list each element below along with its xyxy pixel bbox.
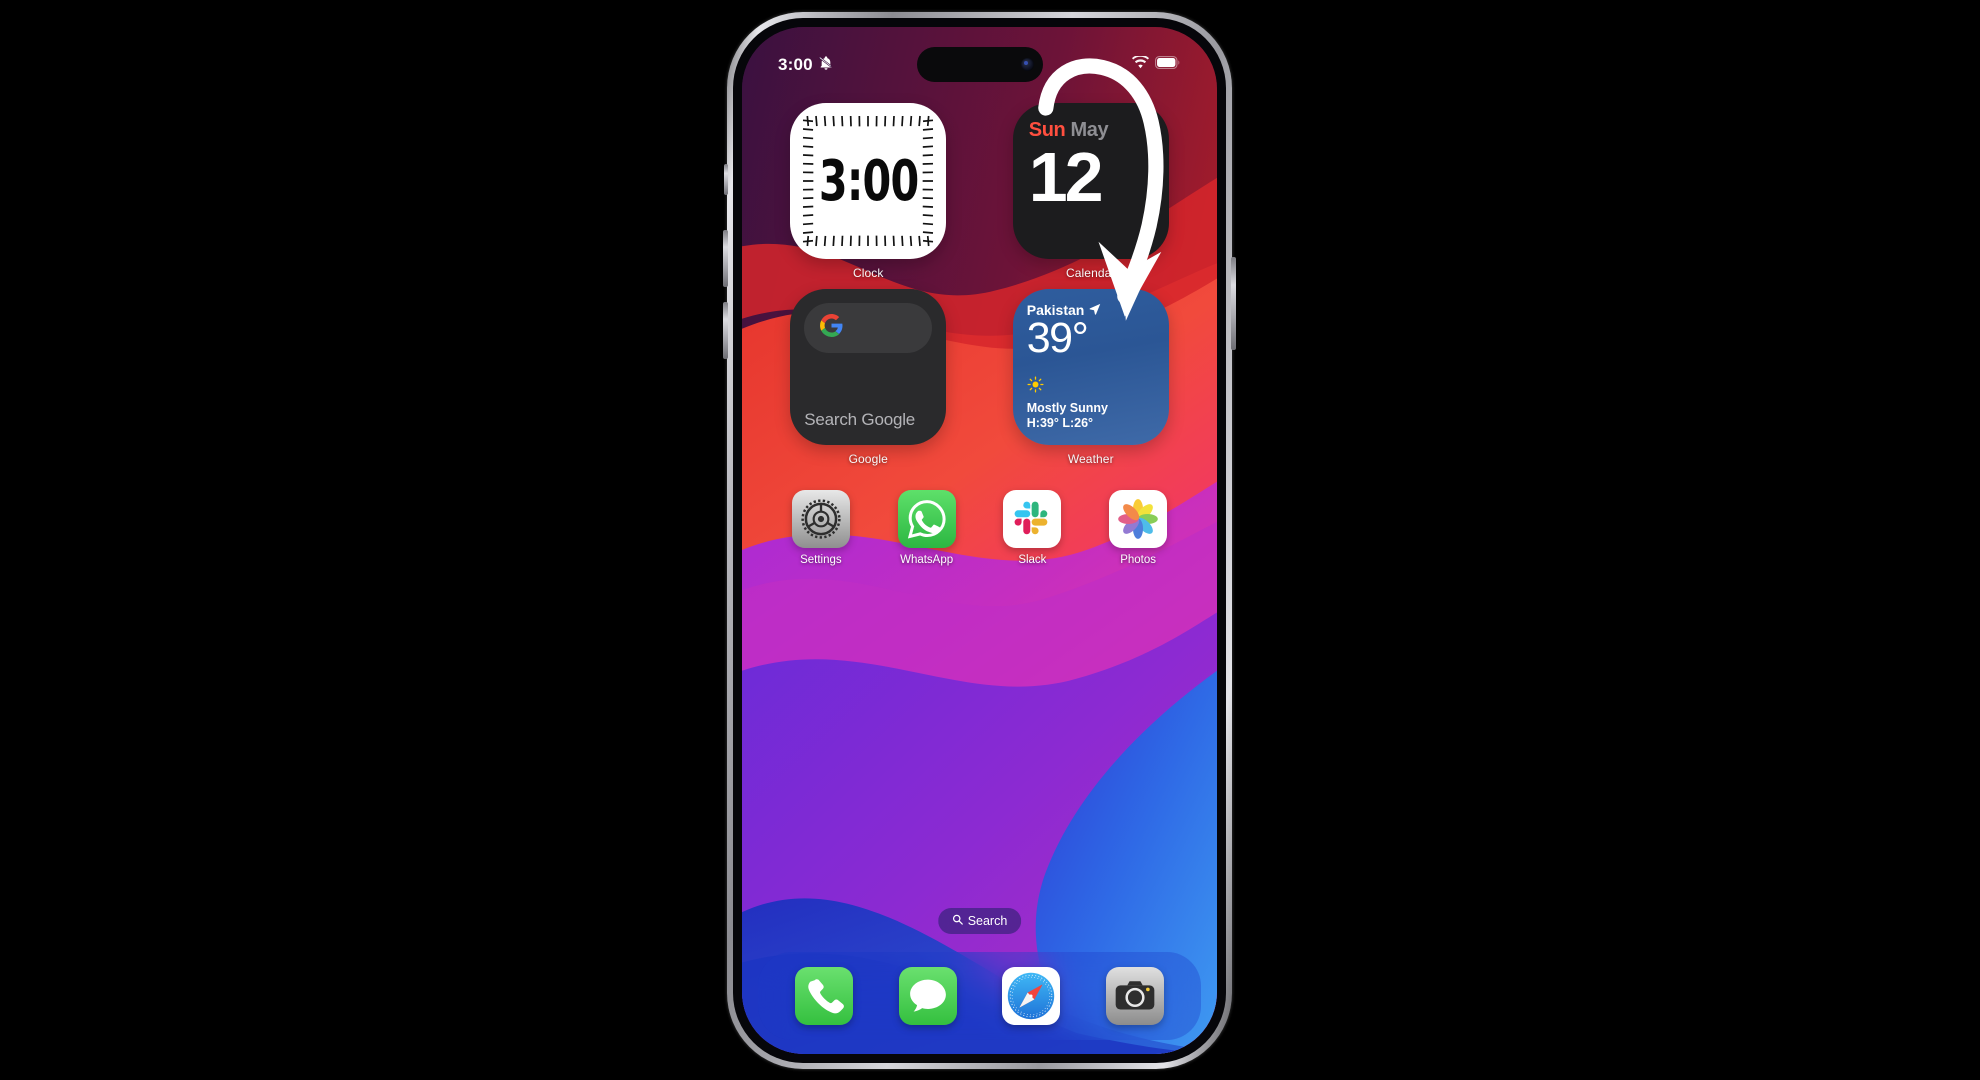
widget-cell-google: Search Google Google bbox=[768, 289, 969, 466]
iphone-device: 3:00 3:00 Clock Sun May 12 Calendar Sear… bbox=[723, 12, 1236, 1069]
camera-icon[interactable] bbox=[1106, 967, 1165, 1025]
app-slack[interactable]: Slack bbox=[996, 490, 1068, 566]
widget-label-clock: Clock bbox=[852, 266, 884, 280]
whatsapp-phone-icon[interactable] bbox=[897, 490, 956, 548]
device-bezel: 3:00 3:00 Clock Sun May 12 Calendar Sear… bbox=[733, 18, 1226, 1063]
app-label-settings: Settings bbox=[800, 554, 842, 566]
wifi-icon bbox=[1132, 54, 1149, 74]
messages-bubble-icon[interactable] bbox=[898, 967, 957, 1025]
volume-down-button[interactable] bbox=[723, 302, 728, 359]
dock bbox=[758, 952, 1201, 1040]
settings-gears-icon[interactable] bbox=[791, 490, 850, 548]
weather-widget[interactable]: Pakistan 39° Mostly Sunny H:39° L:26° bbox=[1012, 289, 1169, 445]
google-search-bar[interactable] bbox=[804, 303, 933, 353]
calendar-day-number: 12 bbox=[1028, 138, 1104, 216]
app-settings[interactable]: Settings bbox=[785, 490, 857, 566]
sun-icon bbox=[1027, 376, 1155, 398]
app-photos[interactable]: Photos bbox=[1102, 490, 1174, 566]
app-label-photos: Photos bbox=[1120, 554, 1157, 566]
status-bar-right bbox=[1132, 54, 1181, 74]
photos-pinwheel-icon[interactable] bbox=[1109, 490, 1168, 548]
widget-label-weather: Weather bbox=[1067, 452, 1114, 466]
widget-cell-weather: Pakistan 39° Mostly Sunny H:39° L:26° We… bbox=[991, 289, 1192, 466]
volume-up-button[interactable] bbox=[723, 230, 728, 287]
magnifier-icon bbox=[952, 914, 963, 928]
home-screen: 3:00 Clock Sun May 12 Calendar Search Go… bbox=[742, 27, 1217, 1054]
screenshot-canvas: 3:00 3:00 Clock Sun May 12 Calendar Sear… bbox=[0, 0, 1980, 1080]
search-pill-button[interactable]: Search bbox=[937, 908, 1022, 934]
app-row: Settings WhatsApp Slack Photos bbox=[768, 490, 1191, 566]
widget-label-calendar: Calendar bbox=[1066, 266, 1116, 280]
phone-handset-icon[interactable] bbox=[794, 967, 853, 1025]
google-search-label: Search Google bbox=[804, 410, 916, 430]
battery-icon bbox=[1155, 56, 1181, 74]
front-camera-icon bbox=[1020, 58, 1034, 71]
widget-grid: 3:00 Clock Sun May 12 Calendar Search Go… bbox=[768, 103, 1191, 466]
slack-hash-icon[interactable] bbox=[1003, 490, 1062, 548]
clock-widget-time: 3:00 bbox=[818, 148, 918, 214]
widget-cell-clock: 3:00 Clock bbox=[768, 103, 969, 280]
weather-high-low: H:39° L:26° bbox=[1026, 416, 1094, 431]
app-whatsapp[interactable]: WhatsApp bbox=[891, 490, 963, 566]
google-g-icon bbox=[819, 313, 844, 343]
weather-condition: Mostly Sunny bbox=[1026, 400, 1109, 415]
dynamic-island[interactable] bbox=[916, 47, 1043, 82]
ringer-switch-button[interactable] bbox=[724, 164, 728, 195]
phone-screen: 3:00 3:00 Clock Sun May 12 Calendar Sear… bbox=[742, 27, 1217, 1054]
widget-cell-calendar: Sun May 12 Calendar bbox=[991, 103, 1192, 280]
calendar-widget[interactable]: Sun May 12 bbox=[1012, 103, 1169, 259]
google-widget[interactable]: Search Google bbox=[790, 289, 947, 445]
weather-temperature: 39° bbox=[1026, 314, 1089, 362]
app-label-slack: Slack bbox=[1018, 554, 1047, 566]
status-bar-left: 3:00 bbox=[778, 55, 834, 76]
power-button[interactable] bbox=[1231, 257, 1236, 350]
search-pill-label: Search bbox=[967, 914, 1008, 928]
widget-label-google: Google bbox=[848, 452, 888, 466]
bell-slash-icon bbox=[818, 55, 834, 76]
safari-compass-icon[interactable] bbox=[1002, 967, 1061, 1025]
clock-widget[interactable]: 3:00 bbox=[790, 103, 947, 259]
status-bar-time: 3:00 bbox=[778, 55, 813, 74]
weather-summary: Mostly Sunny H:39° L:26° bbox=[1027, 376, 1155, 432]
app-label-whatsapp: WhatsApp bbox=[900, 554, 954, 566]
